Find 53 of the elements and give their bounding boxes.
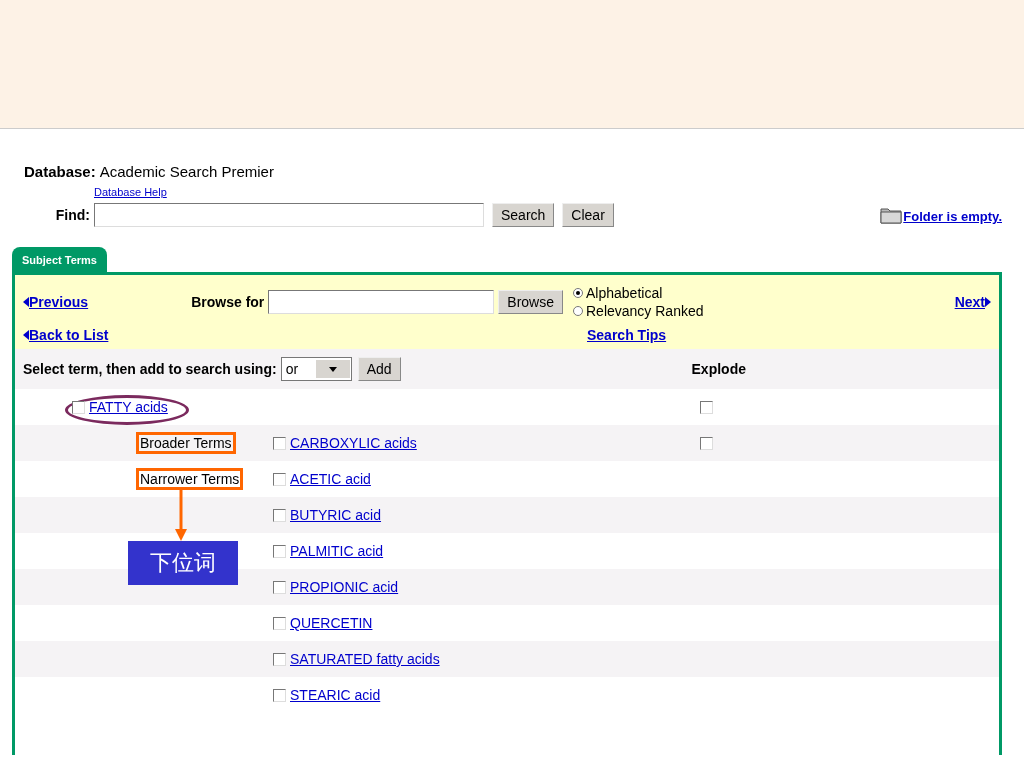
checkbox[interactable] xyxy=(273,436,286,450)
folder-icon xyxy=(880,206,903,224)
arrow-icon xyxy=(175,489,187,541)
search-button[interactable]: Clear xyxy=(562,203,614,227)
term-link[interactable]: PALMITIC acid xyxy=(290,543,384,559)
checkbox[interactable] xyxy=(273,544,286,558)
term-link[interactable]: QUERCETIN xyxy=(290,615,373,631)
explode-header: Explode xyxy=(691,361,746,377)
callout-label: 下位词 xyxy=(128,541,238,585)
radio-label[interactable]: Relevancy Ranked xyxy=(586,303,704,319)
find-field[interactable] xyxy=(94,203,484,227)
term-link[interactable]: FATTY acids xyxy=(89,399,168,415)
left-triangle-icon xyxy=(23,330,29,340)
left-triangle-icon xyxy=(23,297,29,307)
term-link[interactable]: PROPIONIC acid xyxy=(290,579,399,595)
add-button[interactable]: Add xyxy=(357,357,401,381)
find-label: Find: xyxy=(54,207,90,223)
checkbox[interactable] xyxy=(700,400,713,414)
checkbox[interactable] xyxy=(273,688,286,702)
radio-button[interactable] xyxy=(573,306,583,316)
checkbox[interactable] xyxy=(700,436,713,450)
checkbox[interactable] xyxy=(273,580,286,594)
term-link[interactable]: BUTYRIC acid xyxy=(290,507,382,523)
right-triangle-icon xyxy=(985,297,991,307)
term-link[interactable]: CARBOXYLIC acids xyxy=(290,435,417,451)
term-link[interactable]: ACETIC acid xyxy=(290,471,371,487)
browse-button[interactable]: Browse xyxy=(498,290,563,314)
checkbox[interactable] xyxy=(273,616,286,630)
search-tips-link[interactable]: Search Tips xyxy=(563,327,931,343)
browse-label: Browse for xyxy=(191,294,265,310)
browse-field[interactable] xyxy=(268,290,495,314)
term-group-label: Narrower Terms xyxy=(136,468,244,490)
select-term-label: Select term, then add to search using: xyxy=(23,361,277,377)
database-label: Database: xyxy=(24,163,96,180)
term-link[interactable]: STEARIC acid xyxy=(290,687,381,703)
database-name: Academic Search Premier xyxy=(99,163,274,180)
tab[interactable]: Subject Terms xyxy=(12,247,107,272)
search-button[interactable]: Search xyxy=(492,203,555,227)
dropdown-arrow-icon xyxy=(328,366,337,372)
term-link[interactable]: SATURATED fatty acids xyxy=(290,651,440,667)
checkbox[interactable] xyxy=(273,472,286,486)
next-link[interactable]: Next xyxy=(954,294,991,310)
checkbox[interactable] xyxy=(273,652,286,666)
radio-button[interactable] xyxy=(573,288,583,298)
checkbox[interactable] xyxy=(72,400,85,414)
operator-dropdown[interactable]: or xyxy=(280,357,352,381)
previous-link[interactable]: Previous xyxy=(23,294,178,310)
back-to-list-link[interactable]: Back to List xyxy=(23,327,178,343)
checkbox[interactable] xyxy=(273,508,286,522)
folder-link[interactable]: Folder is empty. xyxy=(903,209,1002,224)
radio-label[interactable]: Alphabetical xyxy=(586,285,663,301)
database-help-link[interactable]: Database Help xyxy=(94,186,167,198)
term-group-label: Broader Terms xyxy=(136,432,236,454)
